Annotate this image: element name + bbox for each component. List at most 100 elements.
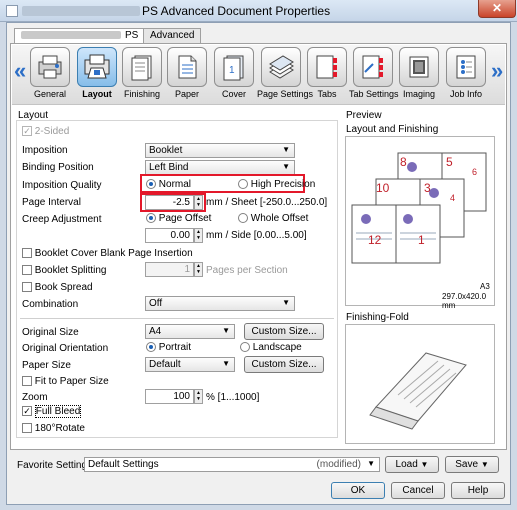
paper-size-value: Default — [149, 359, 181, 370]
scroll-left-icon[interactable]: « — [14, 58, 26, 84]
category-tabs[interactable]: Tabs — [303, 47, 351, 99]
favorite-setting-label: Favorite Setting — [17, 460, 88, 471]
finishing-icon — [122, 47, 162, 87]
full-bleed-checkbox[interactable]: ✓ Full Bleed — [22, 405, 82, 418]
layout-finishing-label: Layout and Finishing — [346, 124, 439, 135]
cover-blank-check — [22, 248, 32, 259]
quality-normal-radio-dot — [146, 179, 156, 190]
imaging-icon — [399, 47, 439, 87]
creep-page-offset-radio[interactable]: Page Offset — [146, 213, 211, 224]
category-page-settings[interactable]: Page Settings — [257, 47, 314, 99]
title-redacted — [22, 6, 140, 16]
binding-position-dropdown[interactable]: Left Bind ▼ — [145, 160, 295, 175]
paper-size-label: Paper Size — [22, 360, 71, 371]
tabs-icon — [307, 47, 347, 87]
creep-whole-offset-radio[interactable]: Whole Offset — [238, 213, 308, 224]
general-icon — [30, 47, 70, 87]
category-tab-settings[interactable]: Tab Settings — [349, 47, 399, 99]
imposition-quality-label: Imposition Quality — [22, 180, 102, 191]
help-button[interactable]: Help — [451, 482, 505, 499]
page-interval-spinner[interactable]: ▲ ▼ — [194, 195, 203, 210]
rotate-check — [22, 423, 32, 434]
preview-page-8: 8 — [400, 155, 407, 169]
original-size-value: A4 — [149, 326, 162, 337]
preview-paper-size: A3 — [480, 282, 490, 291]
category-imaging[interactable]: Imaging — [395, 47, 443, 99]
creep-value-unit: mm / Side [0.00...5.00] — [206, 230, 307, 241]
tab-ps-label: PS — [125, 30, 139, 41]
fit-paper-checkbox[interactable]: Fit to Paper Size — [22, 376, 109, 387]
svg-text:1: 1 — [229, 65, 235, 76]
zoom-input[interactable]: 100 — [145, 389, 194, 404]
ok-button[interactable]: OK — [331, 482, 385, 499]
category-finishing[interactable]: Finishing — [118, 47, 166, 99]
load-button[interactable]: Load ▼ — [385, 456, 439, 473]
job-info-icon — [446, 47, 486, 87]
category-cover[interactable]: 1 Cover — [210, 47, 258, 99]
booklet-splitting-check — [22, 265, 32, 276]
imposition-dropdown[interactable]: Booklet ▼ — [145, 143, 295, 158]
combination-dropdown[interactable]: Off ▼ — [145, 296, 295, 311]
chevron-down-icon: ▼ — [282, 162, 290, 171]
preview-page-4: 4 — [450, 193, 456, 203]
cover-blank-label: Booklet Cover Blank Page Insertion — [34, 248, 193, 259]
splitting-pages-input[interactable]: 1 — [145, 262, 194, 277]
chevron-down-icon: ▼ — [222, 326, 230, 335]
creep-value-spinner[interactable]: ▲ ▼ — [194, 228, 203, 243]
scroll-right-icon[interactable]: » — [491, 58, 503, 84]
page-interval-input[interactable]: -2.5 — [145, 195, 194, 210]
paper-size-dropdown[interactable]: Default ▼ — [145, 357, 235, 372]
orientation-landscape-radio[interactable]: Landscape — [240, 342, 302, 353]
original-size-dropdown[interactable]: A4 ▼ — [145, 324, 235, 339]
preview-title: Preview — [346, 110, 382, 121]
fold-preview-graphic — [369, 352, 467, 430]
creep-whole-offset-label: Whole Offset — [250, 213, 309, 224]
custom-size-button-1[interactable]: Custom Size... — [244, 323, 324, 340]
preview-page-10: 10 — [376, 181, 390, 195]
splitting-pages-unit: Pages per Section — [206, 265, 288, 276]
close-button[interactable]: ✕ — [478, 0, 516, 18]
save-button[interactable]: Save ▼ — [445, 456, 499, 473]
category-paper[interactable]: Paper — [163, 47, 211, 99]
tab-settings-icon — [353, 47, 393, 87]
preview-page-5: 5 — [446, 155, 453, 169]
category-page-settings-label: Page Settings — [257, 89, 314, 99]
combination-value: Off — [149, 298, 163, 309]
book-spread-checkbox[interactable]: Book Spread — [22, 282, 93, 293]
category-cover-label: Cover — [221, 89, 246, 99]
category-layout[interactable]: Layout — [73, 47, 121, 99]
tab-advanced-label: Advanced — [150, 30, 195, 41]
category-tab-settings-label: Tab Settings — [349, 89, 399, 99]
tab-advanced[interactable]: Advanced — [143, 28, 202, 44]
chevron-down-icon: ▼ — [282, 298, 290, 307]
quality-normal-label: Normal — [158, 179, 192, 190]
booklet-splitting-checkbox[interactable]: Booklet Splitting — [22, 265, 107, 276]
favorite-setting-dropdown[interactable]: Default Settings (modified) ▼ — [84, 457, 380, 472]
category-job-info[interactable]: Job Info — [442, 47, 490, 99]
quality-high-radio[interactable]: High Precision — [238, 179, 315, 190]
category-general[interactable]: General — [26, 47, 74, 99]
preview-page-6: 6 — [472, 167, 478, 177]
preview-page-1: 1 — [418, 233, 425, 247]
orientation-portrait-radio[interactable]: Portrait — [146, 342, 191, 353]
two-sided-checkbox[interactable]: ✓ 2-Sided — [22, 126, 69, 137]
imposition-label: Imposition — [22, 145, 68, 156]
cancel-button[interactable]: Cancel — [391, 482, 445, 499]
custom-size-button-2[interactable]: Custom Size... — [244, 356, 324, 373]
full-bleed-check: ✓ — [22, 406, 32, 417]
orientation-portrait-dot — [146, 342, 156, 353]
layout-icon — [77, 47, 117, 87]
splitting-pages-spinner[interactable]: ▲ ▼ — [194, 262, 203, 277]
zoom-spinner[interactable]: ▲ ▼ — [194, 389, 203, 404]
full-bleed-label: Full Bleed — [34, 405, 82, 418]
cover-blank-checkbox[interactable]: Booklet Cover Blank Page Insertion — [22, 248, 193, 259]
tab-name-redacted — [21, 31, 121, 40]
quality-normal-radio[interactable]: Normal — [146, 179, 191, 190]
category-tabs-label: Tabs — [317, 89, 337, 99]
zoom-unit: % [1...1000] — [206, 392, 260, 403]
zoom-label: Zoom — [22, 392, 48, 403]
preview-page-3: 3 — [424, 181, 431, 195]
fit-paper-check — [22, 376, 32, 387]
creep-value-input[interactable]: 0.00 — [145, 228, 194, 243]
rotate-checkbox[interactable]: 180°Rotate — [22, 423, 85, 434]
